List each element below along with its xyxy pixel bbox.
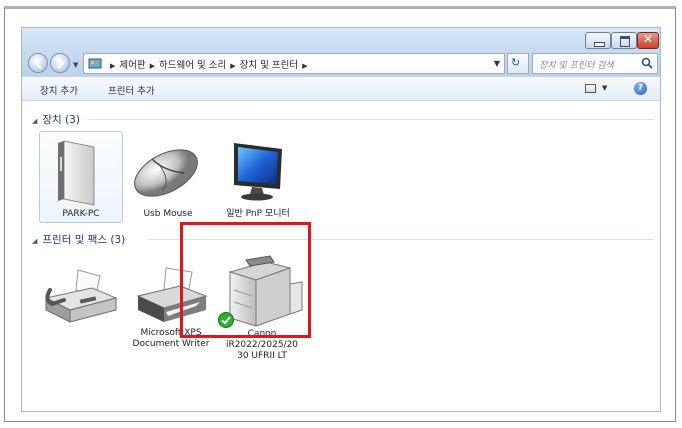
maximize-button[interactable]: [611, 32, 637, 49]
back-button[interactable]: [28, 53, 48, 73]
breadcrumb-hardware-sound[interactable]: 하드웨어 및 소리: [159, 60, 226, 71]
chevron-right-icon[interactable]: ▶: [150, 62, 155, 70]
command-bar: 장치 추가 프린터 추가 ▼ ?: [22, 76, 660, 101]
devices-header-label: 장치 (3): [42, 114, 80, 126]
add-device-button[interactable]: 장치 추가: [40, 83, 78, 97]
breadcrumb: ▶ 제어판 ▶ 하드웨어 및 소리 ▶ 장치 및 프린터 ▶: [106, 57, 312, 71]
mouse-icon: [134, 149, 198, 197]
divider: [88, 119, 654, 120]
forward-button[interactable]: [50, 53, 70, 73]
add-printer-button[interactable]: 프린터 추가: [108, 83, 155, 97]
view-options-icon[interactable]: [585, 84, 596, 93]
device-park-pc[interactable]: PARK-PC: [42, 133, 120, 223]
close-icon: ✕: [642, 32, 654, 46]
group-header-devices[interactable]: ◢ 장치 (3): [32, 112, 80, 127]
device-pnp-monitor[interactable]: 일반 PnP 모니터: [216, 133, 300, 223]
collapse-icon[interactable]: ◢: [32, 117, 37, 125]
printer-label-line3: 30 UFRII LT: [237, 351, 287, 361]
device-label: 일반 PnP 모니터: [226, 209, 290, 219]
minimize-button[interactable]: [585, 32, 611, 49]
refresh-button[interactable]: ↻: [507, 53, 529, 74]
arrow-left-icon: [34, 58, 42, 69]
chevron-right-icon[interactable]: ▶: [302, 62, 307, 70]
chevron-down-icon[interactable]: ▼: [494, 59, 500, 68]
breadcrumb-control-panel[interactable]: 제어판: [119, 60, 145, 71]
close-button[interactable]: ✕: [637, 32, 659, 49]
control-panel-icon: [88, 58, 102, 69]
printer-label-line2: Document Writer: [132, 339, 210, 349]
chevron-right-icon: ▶: [110, 62, 116, 70]
refresh-icon: ↻: [511, 56, 521, 69]
title-bar: ✕ ▼ ▶ 제어판 ▶ 하드웨어 및 소리 ▶ 장치 및 프린터 ▶ ▼ ↻ 장치 및 프린…: [22, 28, 660, 76]
group-header-printers[interactable]: ◢ 프린터 및 팩스 (3): [32, 232, 125, 247]
search-input[interactable]: 장치 및 프린터 검색: [532, 53, 658, 74]
address-bar[interactable]: ▶ 제어판 ▶ 하드웨어 및 소리 ▶ 장치 및 프린터 ▶ ▼: [83, 53, 505, 74]
chevron-down-icon[interactable]: ▼: [602, 84, 607, 92]
printers-header-label: 프린터 및 팩스 (3): [42, 234, 126, 246]
device-usb-mouse[interactable]: Usb Mouse: [128, 133, 208, 223]
collapse-icon[interactable]: ◢: [32, 237, 37, 245]
device-label: PARK-PC: [62, 209, 100, 219]
search-icon: [641, 57, 653, 69]
monitor-icon: [234, 143, 282, 201]
pc-tower-icon: [58, 140, 95, 206]
search-placeholder: 장치 및 프린터 검색: [539, 61, 614, 71]
breadcrumb-devices-printers[interactable]: 장치 및 프린터: [240, 60, 298, 71]
printer-label-line2: iR2022/2025/20: [225, 340, 299, 350]
recent-pages-dropdown[interactable]: ▼: [73, 61, 78, 69]
printer-fax[interactable]: [40, 264, 122, 344]
help-icon[interactable]: ?: [634, 82, 647, 95]
arrow-right-icon: [57, 58, 65, 69]
fax-icon: [44, 269, 118, 323]
device-label: Usb Mouse: [143, 209, 193, 219]
explorer-window: ✕ ▼ ▶ 제어판 ▶ 하드웨어 및 소리 ▶ 장치 및 프린터 ▶ ▼ ↻ 장치 및 프린…: [21, 27, 661, 412]
chevron-right-icon[interactable]: ▶: [230, 62, 235, 70]
highlight-box: [180, 222, 311, 338]
